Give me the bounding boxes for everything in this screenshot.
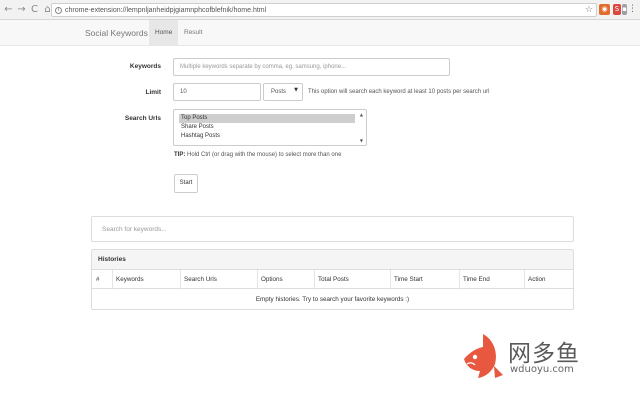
- tip-text: TIP: Hold Ctrl (or drag with the mouse) …: [174, 152, 341, 158]
- search-url-option-top-posts[interactable]: Top Posts: [179, 114, 355, 123]
- search-urls-listbox[interactable]: Top Posts Share Posts Hashtag Posts ▲ ▼: [173, 109, 367, 146]
- empty-histories-message: Empty histories. Try to search your favo…: [255, 296, 410, 303]
- info-icon[interactable]: i: [55, 6, 62, 14]
- scroll-down-icon[interactable]: ▼: [360, 138, 363, 143]
- histories-title: Histories: [92, 250, 573, 270]
- chevron-down-icon: ▼: [294, 87, 298, 93]
- column-keywords: Keywords: [112, 270, 180, 289]
- column-total-posts: Total Posts: [314, 270, 391, 289]
- address-url: chrome-extension://lempnljanheidpjgiamnp…: [65, 6, 267, 14]
- start-button[interactable]: Start: [174, 174, 198, 193]
- tab-home[interactable]: Home: [149, 20, 179, 46]
- column-search-urls: Search Urls: [180, 270, 258, 289]
- limit-unit-select[interactable]: Posts ▼: [263, 83, 303, 101]
- search-url-option-share-posts[interactable]: Share Posts: [179, 123, 214, 132]
- limit-unit-value: Posts: [271, 89, 287, 95]
- tip-body: Hold Ctrl (or drag with the mouse) to se…: [185, 152, 342, 158]
- fish-logo-icon: [464, 334, 503, 378]
- brand-title[interactable]: Social Keywords: [85, 28, 148, 38]
- column-action: Action: [524, 270, 573, 289]
- red-extension-icon[interactable]: S: [613, 4, 621, 15]
- keywords-label: Keywords: [129, 63, 161, 70]
- column-options: Options: [257, 270, 314, 289]
- search-urls-label: Search Urls: [124, 115, 161, 122]
- tip-label: TIP:: [174, 152, 186, 158]
- orange-extension-icon[interactable]: ◉: [599, 4, 610, 15]
- histories-panel: Histories # Keywords Search Urls Options…: [91, 249, 574, 310]
- tab-result[interactable]: Result: [178, 20, 208, 46]
- search-url-option-hashtag-posts[interactable]: Hashtag Posts: [179, 132, 220, 141]
- watermark-text: 网多鱼: [508, 341, 580, 367]
- keywords-input[interactable]: Multiple keywords separate by comma, eg.…: [173, 58, 450, 76]
- forward-icon[interactable]: →: [16, 3, 27, 17]
- reload-icon[interactable]: C: [29, 3, 40, 17]
- gray-extension-icon[interactable]: ▪: [622, 4, 627, 15]
- back-icon[interactable]: ←: [3, 3, 14, 17]
- app-navbar: Social Keywords Home Result: [0, 20, 640, 46]
- column-time-start: Time Start: [390, 270, 459, 289]
- column-number: #: [96, 276, 100, 283]
- limit-help-text: This option will search each keyword at …: [308, 89, 490, 95]
- limit-label: Limit: [145, 89, 161, 96]
- limit-input[interactable]: 10: [173, 83, 261, 101]
- watermark-url: wduoyu.com: [510, 364, 574, 375]
- search-input[interactable]: Search for keywords...: [91, 216, 574, 242]
- scroll-up-icon[interactable]: ▲: [360, 112, 363, 117]
- browser-menu-icon[interactable]: ⋮: [628, 3, 637, 15]
- column-time-end: Time End: [459, 270, 524, 289]
- address-bar[interactable]: i chrome-extension://lempnljanheidpjgiam…: [51, 3, 597, 17]
- bookmark-star-icon[interactable]: ☆: [585, 4, 593, 16]
